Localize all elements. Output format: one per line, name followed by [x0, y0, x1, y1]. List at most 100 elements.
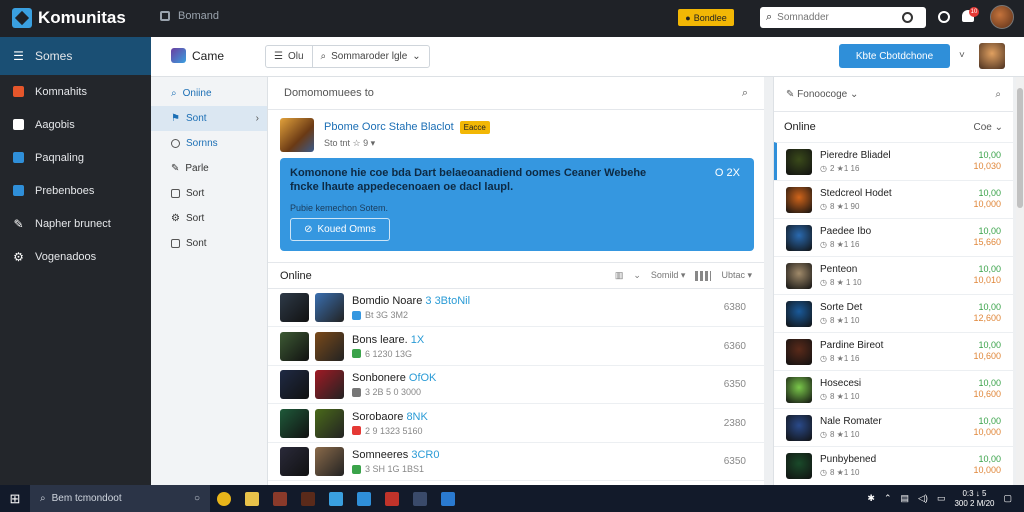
top-bar: Komunitas Bomand ● Bondlee ⌕ 10 [0, 0, 1024, 37]
player-row[interactable]: Pieredre Bliadel ◷ 2 ★1 16 10,00 10,030 [774, 142, 1013, 180]
nav-item-somes[interactable]: ☰ Somes [0, 37, 151, 75]
banner-button-label: Koued Omns [317, 224, 376, 235]
taskbar-app[interactable] [294, 485, 322, 512]
clear-icon[interactable] [902, 12, 914, 23]
taskbar-search[interactable]: ⌕ Bem tcmondoot ○ [30, 485, 210, 512]
grid-icon [171, 189, 180, 198]
tools-icon: ✎ [13, 216, 24, 231]
player-row[interactable]: Stedcreol Hodet ◷ 8 ★1 90 10,00 10,000 [774, 180, 1013, 218]
row-name: Bons leare. [352, 333, 408, 346]
table-row[interactable]: Somneeres 3CR0 3 SH 1G 1BS1 6350 [268, 443, 764, 481]
sub-navigation: ⌕ Oniine ⚑ Sont › Sornns ✎ Parle Sort ⚙ … [151, 77, 268, 485]
subnav-item-parle[interactable]: ✎ Parle [151, 156, 267, 181]
top-search-input[interactable] [777, 12, 898, 23]
table-row[interactable]: Bons leare. 1X 6 1230 13G 6360 [268, 328, 764, 366]
filter-dropdown[interactable]: Ubtac ▾ [721, 270, 752, 281]
subnav-item-sort-1[interactable]: Sort [151, 181, 267, 206]
player-name: Paedee Ibo [820, 226, 872, 237]
table-row[interactable]: Sorobaore 8NK 2 9 1323 5160 2380 [268, 405, 764, 443]
clock-icon: ◷ [820, 392, 827, 401]
taskbar-app[interactable] [210, 485, 238, 512]
subnav-item-sort-2[interactable]: ⚙ Sort [151, 206, 267, 231]
subnav-item-sornns[interactable]: Sornns [151, 131, 267, 156]
clock-icon: ◷ [820, 468, 827, 477]
table-row[interactable]: Bomdio Noare 3 3BtoNil Bt 3G 3M2 6380 [268, 289, 764, 327]
subnav-item-sont-2[interactable]: Sont [151, 231, 267, 256]
taskbar-app[interactable] [266, 485, 294, 512]
nav-item-vogenadoos[interactable]: ⚙ Vogenadoos [0, 240, 151, 273]
player-row[interactable]: Sorte Det ◷ 8 ★1 10 10,00 12,600 [774, 294, 1013, 332]
chevron-up-icon[interactable]: ⌃ [884, 493, 892, 504]
search-icon[interactable]: ⌕ [742, 87, 748, 100]
battery-icon[interactable]: ▭ [937, 493, 946, 504]
player-score: 10,600 [973, 351, 1001, 361]
table-row[interactable]: Sonbonere OfOK 3 2B 5 0 3000 6350 [268, 366, 764, 404]
chevron-down-icon[interactable]: ˅ [959, 50, 965, 61]
gold-badge[interactable]: ● Bondlee [678, 9, 734, 26]
game-thumbnail [315, 447, 344, 476]
status-icon[interactable] [938, 11, 950, 23]
volume-icon[interactable]: ◁) [918, 493, 928, 504]
sort-label: Coe [973, 121, 992, 133]
nav-item-prebenboes[interactable]: Prebenboes [0, 174, 151, 207]
notification-button[interactable]: 10 [962, 7, 979, 24]
scrollbar-thumb[interactable] [1017, 88, 1023, 208]
top-nav[interactable]: Bomand [160, 10, 219, 22]
game-thumbnail [315, 331, 344, 361]
list-view-button[interactable]: ☰ Olu [266, 46, 313, 67]
sort-control[interactable]: Coe ⌄ [973, 122, 1003, 133]
document-icon [12, 151, 25, 164]
player-row[interactable]: Penteon ◷ 8 ★ 1 10 10,00 10,010 [774, 256, 1013, 294]
row-name: Somneeres [352, 449, 409, 461]
content-search[interactable]: Domomomuees to ⌕ [268, 77, 764, 110]
row-meta: 3 2B 5 0 3000 [365, 387, 422, 397]
network-icon[interactable]: ▤ [901, 493, 910, 504]
player-row[interactable]: Paedee Ibo ◷ 8 ★1 16 10,00 15,660 [774, 218, 1013, 256]
taskbar-app[interactable] [322, 485, 350, 512]
grid-view-icon[interactable]: ▥ [615, 270, 624, 281]
clock[interactable]: 0:3 ↓ 5 300 2 M/20 [954, 489, 994, 509]
profile-avatar[interactable] [979, 43, 1005, 69]
user-avatar[interactable] [990, 5, 1014, 29]
nav-item-paqnaling[interactable]: Paqnaling [0, 141, 151, 174]
search-filter-button[interactable]: ⌕ Sommaroder lgle ⌄ [313, 46, 429, 67]
player-row[interactable]: Hosecesi ◷ 8 ★1 10 10,00 10,600 [774, 370, 1013, 408]
hamburger-icon: ☰ [13, 49, 24, 63]
taskbar-app[interactable] [238, 485, 266, 512]
player-avatar [786, 224, 812, 251]
search-icon: ⌕ [171, 88, 177, 99]
game-thumbnail [315, 370, 344, 399]
bluetooth-icon[interactable]: ✱ [867, 493, 875, 504]
subnav-item-sont[interactable]: ⚑ Sont › [151, 106, 267, 131]
nav-item-aagobis[interactable]: Aagobis [0, 108, 151, 141]
notifications-icon[interactable]: ▢ [1003, 493, 1012, 504]
nav-item-komnahits[interactable]: Komnahits [0, 75, 151, 108]
window-icon [160, 11, 170, 21]
taskbar-app[interactable] [434, 485, 462, 512]
banner-button[interactable]: ⊘ Koued Omns [290, 218, 390, 241]
clock-icon: ◷ [820, 316, 827, 325]
table-view-icon[interactable] [695, 270, 712, 281]
taskbar-app[interactable] [406, 485, 434, 512]
subnav-item-online[interactable]: ⌕ Oniine [151, 81, 267, 106]
start-button[interactable]: ⊞ [0, 485, 30, 512]
game-card[interactable]: Pbome Oorc Stahe Blaclot Eacce Sto tnt ☆… [280, 117, 750, 152]
row-name: Sonbonere [352, 372, 406, 384]
top-search[interactable]: ⌕ [760, 7, 926, 28]
search-icon[interactable]: ⌕ [995, 89, 1001, 100]
sort-dropdown[interactable]: Somild ▾ [651, 270, 686, 281]
filter-label: Fonoocoge [797, 88, 848, 100]
player-row[interactable]: Nale Romater ◷ 8 ★1 10 10,00 10,000 [774, 408, 1013, 446]
nav-item-napher[interactable]: ✎ Napher brunect [0, 207, 151, 240]
primary-action-button[interactable]: Kbte Cbotdchone [839, 44, 950, 68]
taskbar-app[interactable] [378, 485, 406, 512]
chevron-down-icon[interactable]: ⌄ [633, 270, 641, 281]
taskbar-app[interactable] [350, 485, 378, 512]
word-icon [357, 491, 371, 506]
filter-dropdown[interactable]: ✎ Fonoocoge ⌄ [786, 89, 858, 100]
brand[interactable]: Komunitas [12, 6, 126, 30]
banner-title: Komonone hie coe bda Dart belaeoanadiend… [290, 167, 647, 193]
player-row[interactable]: Pardine Bireot ◷ 8 ★1 16 10,00 10,600 [774, 332, 1013, 370]
sort-label: Somild [650, 270, 679, 280]
player-row[interactable]: Punbybened ◷ 8 ★1 10 10,00 10,000 [774, 446, 1013, 484]
